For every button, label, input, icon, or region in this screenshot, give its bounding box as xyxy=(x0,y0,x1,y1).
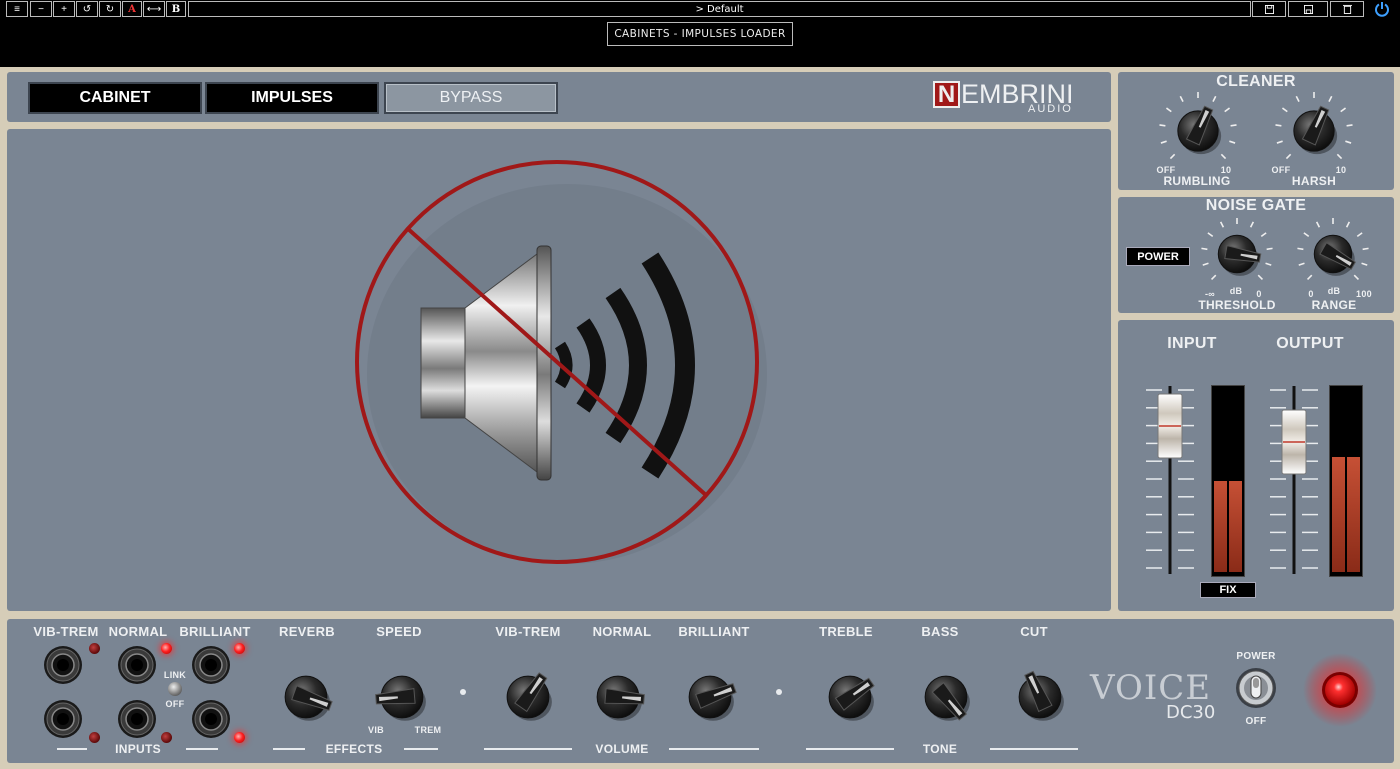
inputs-divider-left xyxy=(57,748,87,750)
link-label: LINK xyxy=(163,670,187,680)
nembrini-logo: N EMBRINI AUDIO xyxy=(933,79,1099,115)
output-meter xyxy=(1329,385,1363,577)
vol-normal-label: NORMAL xyxy=(592,624,652,639)
undo-icon[interactable]: ↺ xyxy=(76,1,98,17)
speed-trem-label: TREM xyxy=(414,725,442,735)
volume-label: VOLUME xyxy=(595,742,649,756)
jack-led xyxy=(161,643,172,654)
vol-vib-trem-knob[interactable] xyxy=(492,661,564,738)
speed-label: SPEED xyxy=(376,624,422,639)
inputs-label: INPUTS xyxy=(115,742,161,756)
plugin-title: CABINETS - IMPULSES LOADER xyxy=(607,22,793,46)
jack-label-vib-trem: VIB-TREM xyxy=(33,624,99,639)
bypass-button[interactable]: BYPASS xyxy=(384,82,558,114)
effects-dot xyxy=(460,689,466,695)
minus-icon[interactable]: − xyxy=(30,1,52,17)
menu-icon[interactable]: ≡ xyxy=(6,1,28,17)
power-icon[interactable] xyxy=(1374,1,1394,17)
output-title: OUTPUT xyxy=(1276,335,1344,352)
gate-power-button[interactable]: POWER xyxy=(1126,247,1190,266)
jack-led xyxy=(89,643,100,654)
logo-sub: AUDIO xyxy=(1028,103,1073,115)
volume-divider-left xyxy=(484,748,572,750)
threshold-label: THRESHOLD xyxy=(1198,298,1276,312)
jack-brilliant-low[interactable] xyxy=(191,699,231,739)
model-badge: DC30 xyxy=(1166,702,1216,723)
effects-divider-right xyxy=(404,748,438,750)
vol-vib-trem-label: VIB-TREM xyxy=(495,624,561,639)
jack-led xyxy=(234,643,245,654)
bass-knob[interactable] xyxy=(910,661,982,738)
reverb-knob[interactable] xyxy=(270,661,342,738)
effects-divider-left xyxy=(273,748,305,750)
tab-impulses[interactable]: IMPULSES xyxy=(205,82,379,114)
jack-vib-trem-high[interactable] xyxy=(43,645,83,685)
preset-b-button[interactable]: B xyxy=(166,1,186,17)
bypassed-speaker-icon xyxy=(355,160,767,564)
vol-brilliant-knob[interactable] xyxy=(674,661,746,738)
cut-knob[interactable] xyxy=(1004,661,1076,738)
speed-vib-label: VIB xyxy=(368,725,384,735)
vol-brilliant-label: BRILLIANT xyxy=(678,624,750,639)
compare-icon[interactable]: ⟷ xyxy=(143,1,165,17)
amp-power-label: POWER xyxy=(1236,651,1276,662)
input-meter xyxy=(1211,385,1245,577)
host-toolbar: ≡ − + ↺ ↻ A ⟷ B > Default CABINETS - IMP… xyxy=(0,0,1400,68)
input-title: INPUT xyxy=(1167,335,1217,352)
noise-gate-title: NOISE GATE xyxy=(1205,197,1307,214)
threshold-unit: dB xyxy=(1229,286,1243,296)
bass-label: BASS xyxy=(921,624,959,639)
amp-power-led xyxy=(1303,653,1377,727)
jack-normal-high[interactable] xyxy=(117,645,157,685)
input-fader[interactable] xyxy=(1140,382,1200,578)
jack-label-brilliant: BRILLIANT xyxy=(179,624,251,639)
output-fader[interactable] xyxy=(1264,382,1324,578)
tone-label: TONE xyxy=(922,742,958,756)
trash-icon[interactable] xyxy=(1330,1,1364,17)
range-label: RANGE xyxy=(1311,298,1357,312)
save-icon[interactable] xyxy=(1252,1,1286,17)
reverb-label: REVERB xyxy=(279,624,335,639)
volume-dot xyxy=(776,689,782,695)
inputs-divider-right xyxy=(186,748,218,750)
treble-knob[interactable] xyxy=(814,661,886,738)
redo-icon[interactable]: ↻ xyxy=(99,1,121,17)
rumbling-label: RUMBLING xyxy=(1163,174,1231,188)
link-off-label: OFF xyxy=(165,699,185,709)
amp-power-switch[interactable] xyxy=(1234,666,1278,710)
jack-label-normal: NORMAL xyxy=(108,624,168,639)
amp-power-off-label: OFF xyxy=(1245,716,1267,727)
tone-divider-right xyxy=(990,748,1078,750)
cut-label: CUT xyxy=(1020,624,1048,639)
jack-brilliant-high[interactable] xyxy=(191,645,231,685)
fix-button[interactable]: FIX xyxy=(1200,582,1256,598)
range-unit: dB xyxy=(1327,286,1341,296)
effects-label: EFFECTS xyxy=(325,742,383,756)
link-toggle[interactable] xyxy=(168,682,182,696)
jack-vib-trem-low[interactable] xyxy=(43,699,83,739)
jack-led xyxy=(89,732,100,743)
save-as-icon[interactable] xyxy=(1288,1,1328,17)
preset-selector[interactable]: > Default xyxy=(188,1,1251,17)
logo-letter: N xyxy=(933,81,960,108)
tone-divider-left xyxy=(806,748,894,750)
jack-normal-low[interactable] xyxy=(117,699,157,739)
vol-normal-knob[interactable] xyxy=(582,661,654,738)
preset-a-button[interactable]: A xyxy=(122,1,142,17)
treble-label: TREBLE xyxy=(819,624,873,639)
jack-led xyxy=(234,732,245,743)
harsh-label: HARSH xyxy=(1291,174,1337,188)
tab-cabinet[interactable]: CABINET xyxy=(28,82,202,114)
volume-divider-right xyxy=(669,748,759,750)
plus-icon[interactable]: + xyxy=(53,1,75,17)
